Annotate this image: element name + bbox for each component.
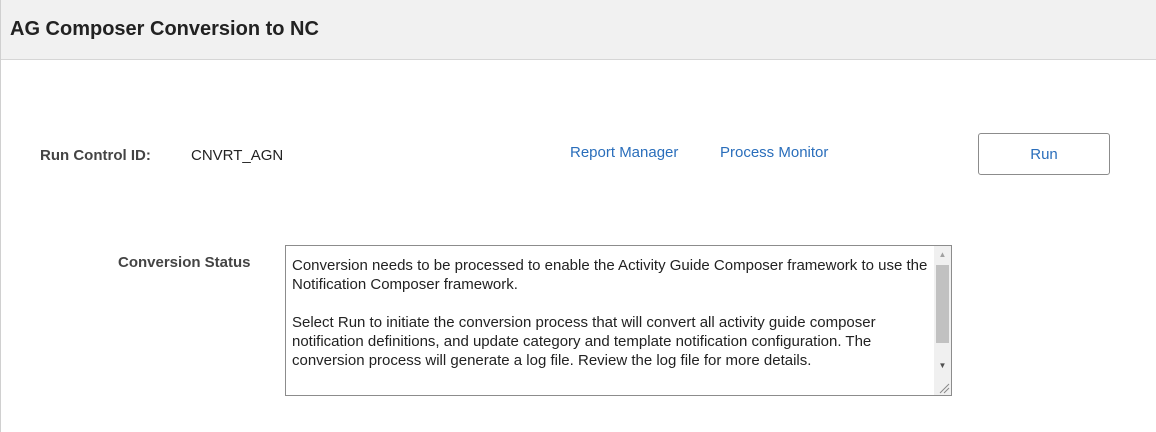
run-control-id-label: Run Control ID: [40, 147, 151, 164]
conversion-status-label: Conversion Status [118, 254, 251, 271]
page-header: AG Composer Conversion to NC [1, 0, 1156, 60]
conversion-status-textarea[interactable]: Conversion needs to be processed to enab… [285, 245, 952, 396]
status-paragraph-1: Conversion needs to be processed to enab… [292, 257, 928, 293]
conversion-status-text: Conversion needs to be processed to enab… [292, 256, 928, 389]
scroll-down-icon[interactable]: ▼ [934, 357, 951, 374]
process-monitor-link[interactable]: Process Monitor [720, 144, 828, 161]
run-control-id-value: CNVRT_AGN [191, 147, 284, 164]
run-button[interactable]: Run [978, 133, 1110, 175]
scroll-thumb[interactable] [936, 265, 949, 343]
page-title: AG Composer Conversion to NC [10, 18, 319, 40]
page: AG Composer Conversion to NC Run Control… [0, 0, 1156, 432]
resize-grip-icon[interactable] [936, 380, 950, 394]
status-paragraph-2: Select Run to initiate the conversion pr… [292, 314, 876, 369]
scroll-up-icon[interactable]: ▲ [934, 246, 951, 263]
report-manager-link[interactable]: Report Manager [570, 144, 678, 161]
vertical-scrollbar[interactable]: ▲ ▼ [934, 246, 951, 395]
